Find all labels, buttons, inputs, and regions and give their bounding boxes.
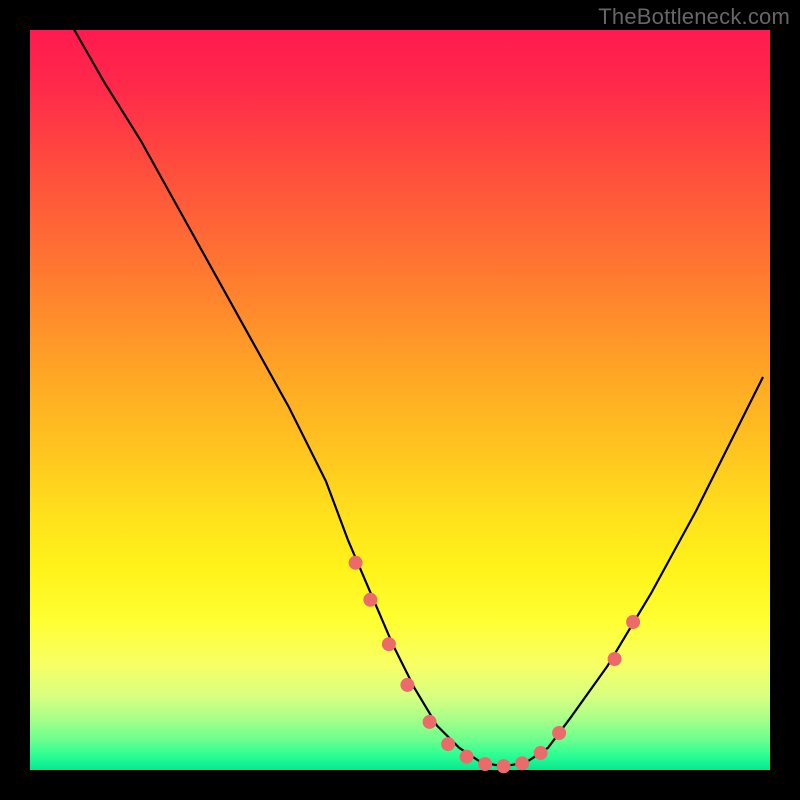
watermark-text: TheBottleneck.com <box>598 4 790 30</box>
chart-container: TheBottleneck.com <box>0 0 800 800</box>
data-marker <box>552 726 566 740</box>
data-marker <box>534 746 548 760</box>
data-marker <box>497 759 511 773</box>
data-marker <box>423 715 437 729</box>
plot-area <box>30 30 770 770</box>
curve-line <box>74 30 762 766</box>
data-marker <box>608 652 622 666</box>
data-marker <box>382 637 396 651</box>
data-marker <box>441 737 455 751</box>
data-marker <box>400 678 414 692</box>
data-marker <box>460 750 474 764</box>
data-marker <box>363 593 377 607</box>
data-marker <box>349 556 363 570</box>
data-marker <box>478 757 492 771</box>
marker-group <box>349 556 640 774</box>
data-marker <box>626 615 640 629</box>
chart-svg <box>30 30 770 770</box>
data-marker <box>515 756 529 770</box>
